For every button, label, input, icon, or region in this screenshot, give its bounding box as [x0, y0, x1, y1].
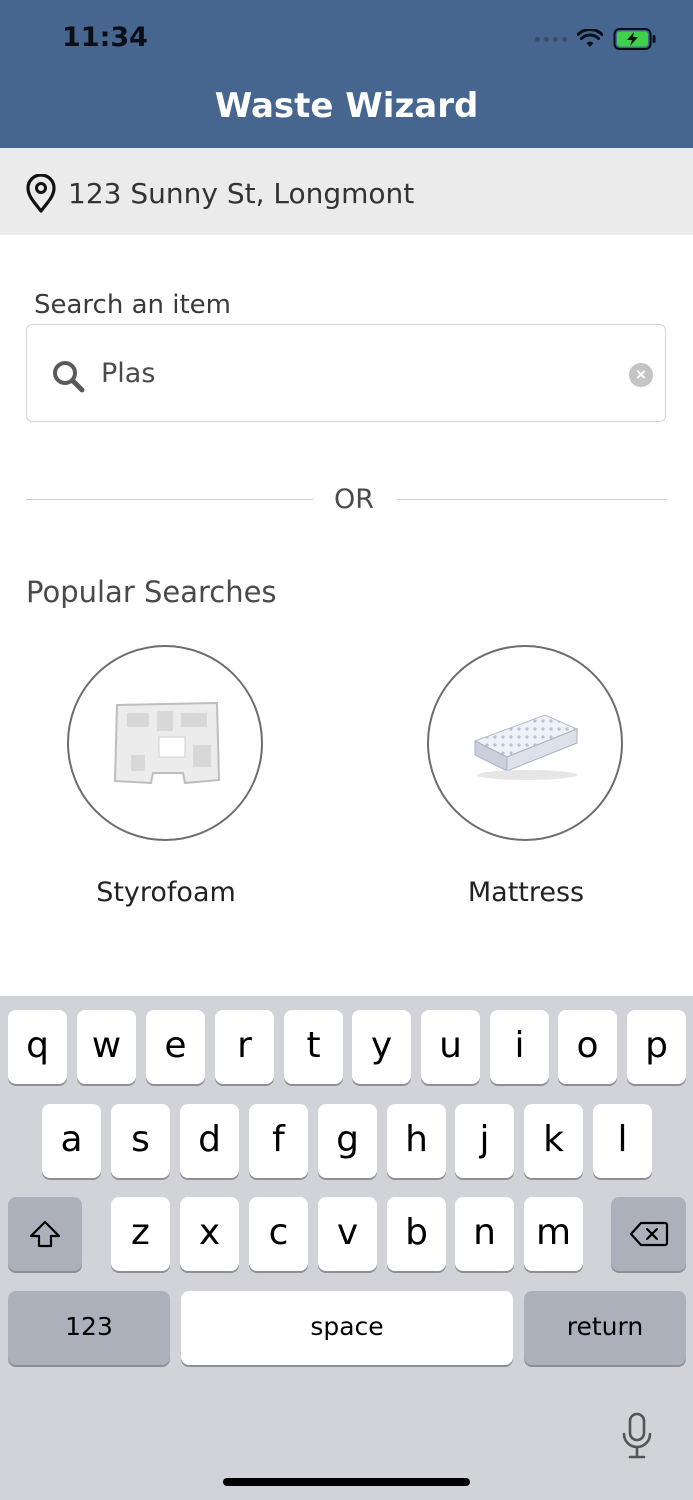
delete-key[interactable] — [611, 1197, 686, 1271]
key-w[interactable]: w — [77, 1010, 136, 1084]
key-a[interactable]: a — [42, 1104, 101, 1178]
key-v[interactable]: v — [318, 1197, 377, 1271]
shift-key[interactable] — [8, 1197, 82, 1271]
key-n[interactable]: n — [455, 1197, 514, 1271]
status-time: 11:34 — [62, 22, 148, 53]
key-r[interactable]: r — [215, 1010, 274, 1084]
key-g[interactable]: g — [318, 1104, 377, 1178]
clear-search-icon[interactable]: × — [629, 363, 653, 387]
popular-item-mattress[interactable] — [427, 645, 623, 841]
key-u[interactable]: u — [421, 1010, 480, 1084]
search-icon — [53, 361, 85, 393]
return-key[interactable]: return — [524, 1291, 686, 1365]
popular-searches-title: Popular Searches — [26, 575, 277, 609]
popular-item-styrofoam[interactable] — [67, 645, 263, 841]
key-p[interactable]: p — [627, 1010, 686, 1084]
styrofoam-image — [113, 701, 221, 785]
shift-icon — [29, 1220, 61, 1248]
key-y[interactable]: y — [352, 1010, 411, 1084]
popular-item-label[interactable]: Styrofoam — [56, 877, 276, 908]
search-label: Search an item — [34, 290, 232, 320]
battery-charging-icon — [613, 28, 656, 50]
popular-item-label[interactable]: Mattress — [416, 877, 636, 908]
key-x[interactable]: x — [180, 1197, 239, 1271]
key-z[interactable]: z — [111, 1197, 170, 1271]
microphone-icon[interactable] — [620, 1412, 654, 1460]
numbers-key[interactable]: 123 — [8, 1291, 170, 1365]
key-m[interactable]: m — [524, 1197, 583, 1271]
status-icons — [535, 26, 657, 52]
map-pin-icon — [26, 174, 56, 213]
key-k[interactable]: k — [524, 1104, 583, 1178]
key-e[interactable]: e — [146, 1010, 205, 1084]
backspace-icon — [629, 1221, 668, 1247]
location-address[interactable]: 123 Sunny St, Longmont — [68, 177, 414, 210]
app-header: 11:34 Waste Wizard — [0, 0, 693, 148]
key-s[interactable]: s — [111, 1104, 170, 1178]
search-box[interactable]: × — [26, 324, 666, 422]
app-title: Waste Wizard — [214, 86, 479, 126]
key-l[interactable]: l — [593, 1104, 652, 1178]
key-c[interactable]: c — [249, 1197, 308, 1271]
key-t[interactable]: t — [284, 1010, 343, 1084]
key-q[interactable]: q — [8, 1010, 67, 1084]
key-f[interactable]: f — [249, 1104, 308, 1178]
key-o[interactable]: o — [558, 1010, 617, 1084]
wifi-icon — [577, 29, 603, 47]
key-j[interactable]: j — [455, 1104, 514, 1178]
search-input[interactable] — [101, 353, 621, 393]
key-i[interactable]: i — [490, 1010, 549, 1084]
divider-left — [26, 499, 313, 500]
home-indicator[interactable] — [223, 1478, 470, 1486]
key-b[interactable]: b — [387, 1197, 446, 1271]
divider-right — [397, 499, 667, 500]
key-h[interactable]: h — [387, 1104, 446, 1178]
key-d[interactable]: d — [180, 1104, 239, 1178]
cellular-signal-icon — [535, 36, 567, 42]
divider-or-text: OR — [334, 484, 375, 515]
keyboard: q w e r t y u i o p a s d f g h j k l z … — [0, 996, 693, 1500]
space-key[interactable]: space — [181, 1291, 513, 1365]
mattress-image — [473, 714, 579, 780]
